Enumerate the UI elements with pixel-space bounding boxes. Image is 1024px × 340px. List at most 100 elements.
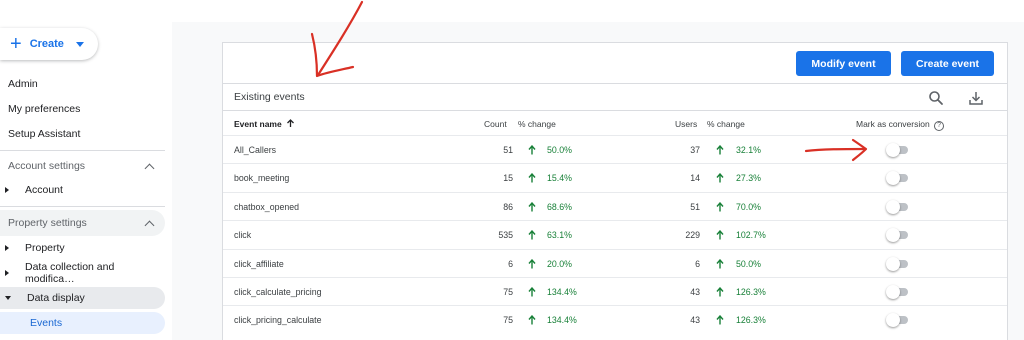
sidebar-item-property[interactable]: Property	[0, 237, 165, 259]
event-name-cell[interactable]: chatbox_opened	[234, 193, 299, 221]
count-change-cell: 63.1%	[547, 230, 572, 241]
expand-arrow-icon	[5, 245, 9, 251]
sidebar-item-setup-assistant[interactable]: Setup Assistant	[0, 123, 165, 145]
trend-up-icon	[716, 193, 724, 221]
create-label: Create	[29, 38, 64, 50]
users-cell: 51	[690, 201, 700, 212]
mark-conversion-toggle[interactable]	[886, 143, 910, 157]
users-change-cell: 70.0%	[736, 201, 761, 212]
trend-up-icon	[716, 136, 724, 164]
help-icon[interactable]: ?	[934, 121, 945, 131]
trend-up-icon	[528, 306, 536, 334]
events-card: Modify event Create event Existing event…	[222, 42, 1008, 340]
sidebar-item-label: Data display	[27, 292, 85, 304]
trend-up-icon	[716, 278, 724, 306]
download-icon[interactable]	[968, 90, 984, 106]
trend-up-icon	[528, 164, 536, 192]
table-row[interactable]: click_calculate_pricing 75 134.4% 43 126.3%	[223, 277, 1007, 305]
users-change-cell: 102.7%	[736, 230, 766, 241]
trend-up-icon	[528, 250, 536, 278]
count-cell: 86	[503, 201, 513, 212]
users-cell: 43	[690, 315, 700, 326]
expand-arrow-icon	[5, 187, 9, 193]
users-cell: 229	[685, 230, 700, 241]
count-change-cell: 68.6%	[547, 201, 572, 212]
count-change-cell: 15.4%	[547, 173, 572, 184]
table-row[interactable]: click 535 63.1% 229 102.7%	[223, 220, 1007, 248]
event-name-cell[interactable]: All_Callers	[234, 136, 276, 164]
trend-up-icon	[716, 164, 724, 192]
section-label: Account settings	[8, 160, 86, 172]
count-change-cell: 134.4%	[547, 315, 577, 326]
sidebar-item-label: Property	[25, 242, 65, 254]
top-bar	[0, 0, 1024, 22]
count-cell: 75	[503, 315, 513, 326]
mark-conversion-toggle[interactable]	[886, 256, 910, 271]
event-name-cell[interactable]: book_meeting	[234, 164, 289, 192]
modify-event-button[interactable]: Modify event	[796, 51, 891, 76]
event-name-cell[interactable]: click_pricing_calculate	[234, 306, 322, 334]
collapse-arrow-icon	[5, 296, 11, 300]
column-header-event-name[interactable]: Event name	[234, 119, 295, 129]
users-change-cell: 32.1%	[736, 145, 761, 155]
table-row[interactable]: click_pricing_calculate 75 134.4% 43 126.3%	[223, 305, 1007, 333]
trend-up-icon	[716, 306, 724, 334]
sidebar-item-preferences[interactable]: My preferences	[0, 98, 165, 120]
event-name-cell[interactable]: click_affiliate	[234, 250, 284, 278]
users-cell: 6	[695, 258, 700, 269]
count-cell: 15	[503, 173, 513, 184]
table-row[interactable]: All_Callers 51 50.0% 37 32.1%	[223, 135, 1007, 163]
sidebar-item-label: Account	[25, 184, 63, 196]
count-change-cell: 134.4%	[547, 287, 577, 297]
users-change-cell: 126.3%	[736, 315, 766, 326]
table-row[interactable]: click_affiliate 6 20.0% 6 50.0%	[223, 248, 1007, 278]
count-cell: 51	[503, 145, 513, 155]
trend-up-icon	[528, 193, 536, 221]
expand-arrow-icon	[5, 270, 9, 276]
users-change-cell: 126.3%	[736, 287, 766, 297]
create-event-button[interactable]: Create event	[901, 51, 994, 76]
mark-conversion-toggle[interactable]	[886, 171, 910, 186]
search-icon[interactable]	[928, 90, 944, 106]
event-name-cell[interactable]: click	[234, 221, 251, 249]
mark-conversion-toggle[interactable]	[886, 285, 910, 299]
caret-down-icon	[75, 41, 84, 47]
sidebar-item-label: Data collection and modifica…	[25, 261, 115, 285]
mark-conversion-toggle[interactable]	[886, 228, 910, 243]
table-row[interactable]: book_meeting 15 15.4% 14 27.3%	[223, 163, 1007, 191]
divider	[0, 150, 165, 151]
section-label: Property settings	[8, 217, 87, 229]
chevron-up-icon	[144, 220, 155, 230]
chevron-up-icon	[144, 163, 155, 173]
count-cell: 535	[498, 230, 513, 241]
sidebar-item-events[interactable]: Events	[0, 312, 165, 334]
count-cell: 6	[508, 258, 513, 269]
mark-conversion-toggle[interactable]	[886, 199, 910, 214]
trend-up-icon	[716, 221, 724, 249]
column-header-mark-conversion: Mark as conversion ?	[856, 119, 945, 131]
sidebar-item-data-display[interactable]: Data display	[0, 287, 165, 309]
count-change-cell: 20.0%	[547, 258, 572, 269]
sidebar-item-admin[interactable]: Admin	[0, 73, 165, 95]
trend-up-icon	[528, 221, 536, 249]
table-row[interactable]: chatbox_opened 86 68.6% 51 70.0%	[223, 191, 1007, 221]
divider	[0, 206, 165, 207]
section-account-settings[interactable]: Account settings	[0, 153, 165, 179]
sort-ascending-icon	[287, 119, 295, 127]
create-button[interactable]: + Create	[0, 28, 98, 60]
column-header-users[interactable]: Users	[675, 119, 697, 129]
column-header-users-change: % change	[707, 119, 745, 129]
trend-up-icon	[528, 278, 536, 306]
column-header-count-change: % change	[518, 119, 556, 129]
sidebar: + Create Admin My preferences Setup Assi…	[0, 22, 172, 340]
card-title: Existing events	[234, 91, 305, 103]
column-header-count[interactable]: Count	[484, 119, 507, 129]
users-cell: 37	[690, 145, 700, 155]
sidebar-item-account[interactable]: Account	[0, 179, 165, 201]
section-property-settings[interactable]: Property settings	[0, 210, 165, 236]
event-name-cell[interactable]: click_calculate_pricing	[234, 278, 322, 306]
sidebar-item-data-collection[interactable]: Data collection and modifica…	[0, 261, 165, 285]
count-cell: 75	[503, 287, 513, 297]
mark-conversion-toggle[interactable]	[886, 313, 910, 328]
header-label: Event name	[234, 119, 282, 129]
